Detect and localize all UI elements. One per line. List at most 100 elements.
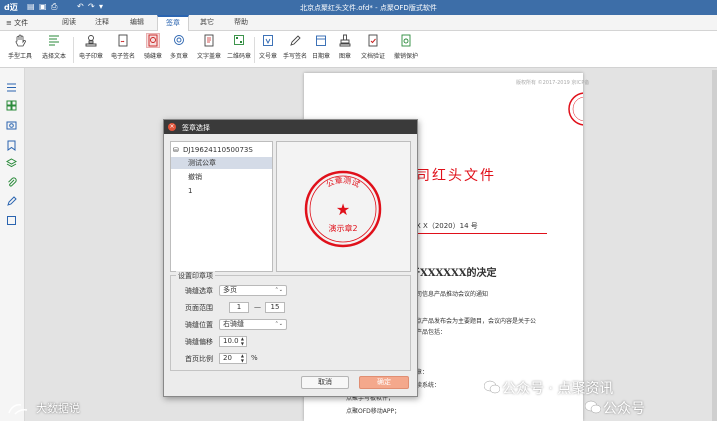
tree-item-label: 测试公章 — [188, 159, 216, 167]
doc-line-2: 点产品发布会为主要题目，会议内容是关于公 — [416, 318, 537, 325]
red-divider-line — [412, 233, 547, 234]
offset-label: 骑缝偏移 — [185, 338, 213, 346]
offset-stepper[interactable]: 10.0 ▲ ▼ — [219, 336, 247, 347]
redo-icon[interactable]: ↷ — [88, 2, 95, 11]
outline-icon[interactable] — [6, 82, 17, 93]
wechat-watermark: 公众号 · 点聚资讯 — [502, 381, 614, 397]
seal-mode-select[interactable]: 多页 ⌃⌄ — [219, 285, 287, 296]
ratio-stepper[interactable]: 20 ▲ ▼ — [219, 353, 247, 364]
multi-page-seal-icon — [174, 35, 184, 45]
layers-icon[interactable] — [6, 158, 17, 169]
undo-protection-button[interactable]: 撤销保护 — [390, 34, 422, 60]
ok-button[interactable]: 确定 — [359, 376, 409, 389]
position-label: 骑缝位置 — [185, 321, 213, 329]
tree-item-label: 撤销 — [188, 173, 202, 181]
quick-access-chevron-icon[interactable]: ▾ — [99, 2, 103, 11]
undo-icon[interactable]: ↶ — [77, 2, 84, 11]
electronic-signature-button[interactable]: 电子签名 — [107, 34, 139, 60]
save-icon[interactable]: ▣ — [39, 2, 47, 11]
tree-item-label: 1 — [188, 187, 193, 195]
wechat-icon — [585, 400, 601, 414]
multi-page-seal-label: 多页章 — [169, 53, 188, 60]
ratio-value: 20 — [223, 354, 232, 362]
qrcode-seal-label: 二维码章 — [226, 53, 251, 60]
document-verify-label: 文档验证 — [360, 53, 385, 60]
tree-item-revoke[interactable]: 撤销 — [171, 171, 272, 183]
tab-other[interactable]: 其它 — [192, 15, 222, 30]
text-stamp-label: 文字盖章 — [196, 53, 221, 60]
toolbar-divider — [73, 37, 74, 63]
undo-protection-icon — [401, 34, 411, 47]
seal-list-icon[interactable] — [6, 120, 17, 131]
tree-item-test-seal[interactable]: 测试公章 — [171, 157, 272, 169]
corner-seal-fragment — [568, 92, 583, 126]
doc-number-icon — [263, 35, 273, 46]
seal-bottom-text: 演示章2 — [328, 223, 357, 233]
tree-root[interactable]: ⛁ DJ1962411050073S — [171, 144, 272, 156]
ratio-label: 首页比例 — [185, 355, 213, 363]
dialog-title: 签章选择 — [182, 124, 210, 132]
stamp-icon — [339, 34, 351, 47]
ratio-unit: % — [251, 354, 258, 362]
qrcode-seal-button[interactable]: 二维码章 — [223, 34, 255, 60]
file-menu[interactable]: ≡ 文件 — [6, 18, 28, 28]
select-text-button[interactable]: 选择文本 — [38, 34, 70, 60]
tab-read[interactable]: 阅读 — [54, 15, 84, 30]
electronic-signature-label: 电子签名 — [110, 53, 135, 60]
print-icon[interactable]: ⎙ — [51, 2, 57, 12]
electronic-seal-button[interactable]: 电子印章 — [75, 34, 107, 60]
seal-mode-value: 多页 — [223, 286, 237, 294]
perforation-seal-icon — [146, 33, 160, 48]
select-text-label: 选择文本 — [41, 53, 66, 60]
document-verify-button[interactable]: 文档验证 — [357, 34, 389, 60]
text-stamp-button[interactable]: 文字盖章 — [193, 34, 225, 60]
calendar-icon — [316, 35, 326, 46]
position-value: 右骑缝 — [223, 320, 244, 328]
hand-icon — [15, 34, 26, 47]
position-select[interactable]: 右骑缝 ⌃⌄ — [219, 319, 287, 330]
tree-root-label: DJ1962411050073S — [183, 146, 253, 154]
stepper-arrows-icon[interactable]: ▲ ▼ — [241, 336, 244, 346]
seal-star: ★ — [336, 200, 350, 219]
wechat-icon — [484, 380, 500, 394]
tab-help[interactable]: 帮助 — [226, 15, 256, 30]
doc-line-1: 司信息产品推动会议的通知 — [416, 291, 489, 298]
left-sidebar — [0, 68, 25, 421]
tab-signature[interactable]: 签章 — [157, 15, 189, 31]
tree-item-1[interactable]: 1 — [171, 185, 272, 197]
electronic-seal-label: 电子印章 — [78, 53, 103, 60]
doc-line-3: 产品包括： — [416, 329, 447, 336]
attachment-icon[interactable] — [6, 177, 17, 188]
dialog-title-bar: × 签章选择 — [164, 120, 417, 134]
chevron-down-icon: ⌃⌄ — [274, 287, 283, 293]
window-title: 北京点聚红头文件.ofd* - 点聚OFD版式软件 — [300, 4, 437, 12]
thumbnail-icon[interactable] — [6, 100, 17, 111]
qrcode-icon — [234, 35, 244, 45]
tab-annotate[interactable]: 注释 — [87, 15, 117, 30]
open-icon[interactable]: ▤ — [27, 2, 35, 11]
stepper-arrows-icon[interactable]: ▲ ▼ — [241, 353, 244, 363]
chevron-down-icon: ⌃⌄ — [274, 321, 283, 327]
multi-page-seal-button[interactable]: 多页章 — [163, 34, 195, 60]
page-range-label: 页面范围 — [185, 304, 213, 312]
tab-edit[interactable]: 编辑 — [122, 15, 152, 30]
seal-mode-label: 骑缝选章 — [185, 287, 213, 295]
doc-heading: 于XXXXXX的决定 — [410, 268, 497, 279]
title-bar: d迈 ▤ ▣ ⎙ ↶ ↷ ▾ 北京点聚红头文件.ofd* - 点聚OFD版式软件 — [0, 0, 717, 15]
page-icon[interactable] — [6, 215, 17, 226]
page-to-input[interactable]: 15 — [265, 302, 285, 313]
select-text-icon — [49, 35, 59, 46]
seal-top-text: 公章测试 — [325, 175, 362, 190]
seal-preview-image: 公章测试 ★ 演示章2 — [304, 170, 382, 248]
menu-bar: ≡ 文件 阅读 注释 编辑 签章 其它 帮助 — [0, 15, 717, 31]
cancel-button[interactable]: 取消 — [301, 376, 349, 389]
signature-document-icon — [118, 34, 128, 47]
doc-number: X X（2020）14 号 — [416, 222, 478, 230]
bookmark-icon[interactable] — [6, 140, 17, 151]
seal-tree: ⛁ DJ1962411050073S 测试公章 撤销 1 — [170, 141, 273, 272]
vertical-scrollbar[interactable] — [712, 70, 717, 421]
close-icon[interactable]: × — [168, 123, 176, 131]
hand-tool-button[interactable]: 手型工具 — [4, 34, 36, 60]
page-from-input[interactable]: 1 — [229, 302, 249, 313]
annotation-icon[interactable] — [6, 196, 17, 207]
